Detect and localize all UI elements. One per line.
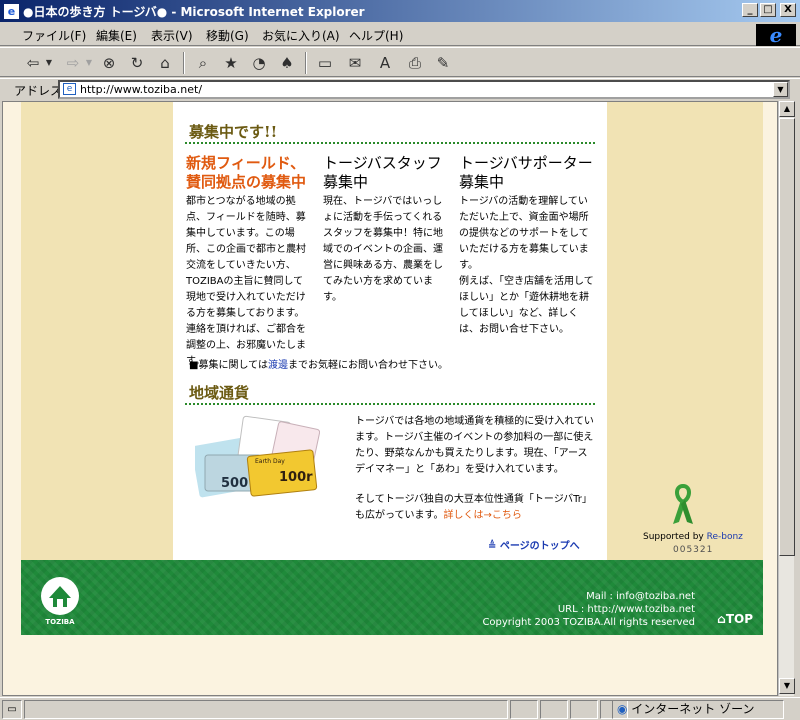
forward-dropdown-icon[interactable]: ▼	[84, 52, 94, 74]
recruit-column-staff: トージバスタッフ募集中 現在、トージバではいっしょに活動を手伝ってくれるスタッフ…	[323, 154, 447, 306]
menu-go[interactable]: 移動(G)	[206, 27, 249, 44]
menu-edit[interactable]: 編集(E)	[96, 27, 137, 44]
scroll-thumb[interactable]	[779, 118, 795, 556]
main-content: 募集中です!! 新規フィールド、賛同拠点の募集中 都市とつながる地域の拠点、フィ…	[173, 102, 607, 560]
footer-info: Mail : info@toziba.net URL : http://www.…	[482, 590, 695, 629]
logo-text: TOZIBA	[45, 618, 75, 626]
internet-zone-icon: ◉	[617, 702, 632, 716]
note-text: までお気軽にお問い合わせ下さい。	[287, 360, 448, 371]
print-icon[interactable]: ⎙	[404, 52, 426, 74]
address-url: http://www.toziba.net/	[80, 83, 203, 96]
close-button[interactable]: X	[780, 3, 796, 17]
scroll-down-icon[interactable]: ▼	[779, 678, 795, 694]
recruit-column-supporter: トージバサポーター募集中 トージバの活動を理解していただいた上で、資金面や場所の…	[459, 154, 597, 338]
currency-paragraph: トージバでは各地の地域通貨を積極的に受け入れています。トージバ主催のイベントの参…	[355, 416, 594, 475]
page-icon: e	[63, 83, 76, 95]
address-dropdown-icon[interactable]: ▼	[773, 82, 788, 97]
ie-throbber-icon: e	[756, 24, 796, 46]
divider	[185, 403, 595, 405]
rebonz-link[interactable]: Re-bonz	[707, 532, 743, 542]
left-band	[21, 102, 173, 560]
back-dropdown-icon[interactable]: ▼	[44, 52, 54, 74]
standard-toolbar: ⇦ ▼ ⇨ ▼ ⊗ ↻ ⌂ ⌕ ★ ◔ ♠ ▭ ✉ A ⎙ ✎	[0, 47, 800, 77]
page-top-icon: ≜	[488, 541, 500, 552]
address-bar: アドレス e http://www.toziba.net/ ▼	[0, 78, 800, 100]
status-text-pane	[24, 700, 508, 719]
home-icon[interactable]: ⌂	[154, 52, 176, 74]
column-body: 都市とつながる地域の拠点、フィールドを随時、募集中しています。この場所、この企画…	[186, 196, 306, 367]
maximize-button[interactable]: □	[760, 3, 776, 17]
stop-icon[interactable]: ⊗	[98, 52, 120, 74]
status-pane	[540, 700, 568, 719]
supported-text: Supported by	[643, 532, 707, 542]
ie-app-icon: e	[4, 3, 19, 19]
access-counter: 005321	[673, 545, 714, 555]
green-ribbon-icon	[673, 484, 693, 524]
history-icon[interactable]: ◔	[248, 52, 270, 74]
divider	[185, 142, 595, 144]
minimize-button[interactable]: _	[742, 3, 758, 17]
supported-by: Supported by Re-bonz	[643, 532, 743, 542]
column-heading: トージバサポーター募集中	[459, 154, 593, 191]
site-footer: TOZIBA Mail : info@toziba.net URL : http…	[21, 560, 763, 635]
note-500-label: 500	[221, 476, 248, 491]
toolbar-separator	[305, 52, 307, 74]
search-icon[interactable]: ⌕	[192, 52, 214, 74]
column-heading: トージバスタッフ募集中	[323, 154, 442, 191]
toolbar-separator	[183, 52, 185, 74]
page-top-link[interactable]: ≜ ページのトップへ	[488, 537, 580, 552]
home-icon: ⌂	[717, 612, 726, 626]
status-pane	[510, 700, 538, 719]
menu-view[interactable]: 表示(V)	[151, 27, 193, 44]
recruit-contact-note: ■募集に関しては渡邊までお気軽にお問い合わせ下さい。	[189, 356, 448, 371]
font-size-icon[interactable]: A	[374, 52, 396, 74]
status-page-icon: ▭	[2, 700, 22, 719]
recruit-column-field: 新規フィールド、賛同拠点の募集中 都市とつながる地域の拠点、フィールドを随時、募…	[186, 154, 310, 370]
menu-bar: ファイル(F) 編集(E) 表示(V) 移動(G) お気に入り(A) ヘルプ(H…	[0, 22, 800, 46]
back-arrow-icon[interactable]: ⇦	[22, 52, 44, 74]
forward-arrow-icon[interactable]: ⇨	[62, 52, 84, 74]
contact-watanabe-link[interactable]: 渡邊	[268, 360, 288, 371]
column-heading: 新規フィールド、賛同拠点の募集中	[186, 154, 307, 191]
column-body: トージバの活動を理解していただいた上で、資金面や場所の提供などのサポートをしてい…	[459, 196, 589, 271]
footer-copyright: Copyright 2003 TOZIBA.All rights reserve…	[482, 617, 695, 628]
page-viewport: 募集中です!! 新規フィールド、賛同拠点の募集中 都市とつながる地域の拠点、フィ…	[2, 101, 778, 696]
refresh-icon[interactable]: ↻	[126, 52, 148, 74]
toziba-logo[interactable]: TOZIBA	[37, 576, 83, 626]
currency-title: 地域通貨	[189, 384, 250, 402]
recruit-title: 募集中です!!	[189, 123, 278, 141]
menu-file[interactable]: ファイル(F)	[22, 27, 86, 44]
favorites-icon[interactable]: ★	[220, 52, 242, 74]
footer-mail[interactable]: Mail : info@toziba.net	[482, 590, 695, 603]
currency-details-link[interactable]: 詳しくは→こちら	[444, 510, 522, 521]
vertical-scrollbar[interactable]: ▲ ▼	[778, 101, 795, 696]
window-title: ●日本の歩き方 トージバ● - Microsoft Internet Explo…	[23, 4, 365, 19]
zone-label: インターネット ゾーン	[631, 702, 755, 716]
channels-icon[interactable]: ♠	[276, 52, 298, 74]
edit-icon[interactable]: ✎	[432, 52, 454, 74]
address-label: アドレス	[14, 84, 63, 98]
status-zone: ◉ インターネット ゾーン	[612, 700, 784, 719]
column-body-example: 例えば、「空き店舗を活用してほしい」とか「遊休耕地を耕してほしい」など、詳しくは…	[459, 276, 594, 335]
footer-top-button[interactable]: ⌂TOP	[717, 612, 753, 626]
footer-top-label: TOP	[725, 612, 753, 626]
mail-icon[interactable]: ✉	[344, 52, 366, 74]
page-top-label: ページのトップへ	[499, 541, 580, 552]
fullscreen-icon[interactable]: ▭	[314, 52, 336, 74]
note-text: ■募集に関しては	[189, 360, 268, 371]
note-earthday-label: Earth Day	[255, 458, 285, 465]
note-100r-label: 100r	[279, 470, 313, 485]
menu-help[interactable]: ヘルプ(H)	[349, 27, 403, 44]
status-pane	[570, 700, 598, 719]
column-body: 現在、トージバではいっしょに活動を手伝ってくれるスタッフを募集中！特に地域でのイ…	[323, 196, 443, 303]
window-titlebar[interactable]: e ●日本の歩き方 トージバ● - Microsoft Internet Exp…	[0, 0, 800, 22]
footer-url[interactable]: URL : http://www.toziba.net	[482, 603, 695, 616]
scroll-up-icon[interactable]: ▲	[779, 101, 795, 117]
menu-favorites[interactable]: お気に入り(A)	[262, 27, 340, 44]
currency-paragraph-toziba: そしてトージバ独自の大豆本位性通貨「トージバTr」も広がっています。詳しくは→こ…	[355, 492, 597, 524]
currency-description: トージバでは各地の地域通貨を積極的に受け入れています。トージバ主催のイベントの参…	[355, 414, 597, 524]
local-currency-notes-image: 500 100r Earth Day	[195, 415, 320, 498]
address-input[interactable]: e http://www.toziba.net/ ▼	[58, 80, 790, 99]
status-bar: ▭ ◉ インターネット ゾーン	[0, 697, 800, 720]
